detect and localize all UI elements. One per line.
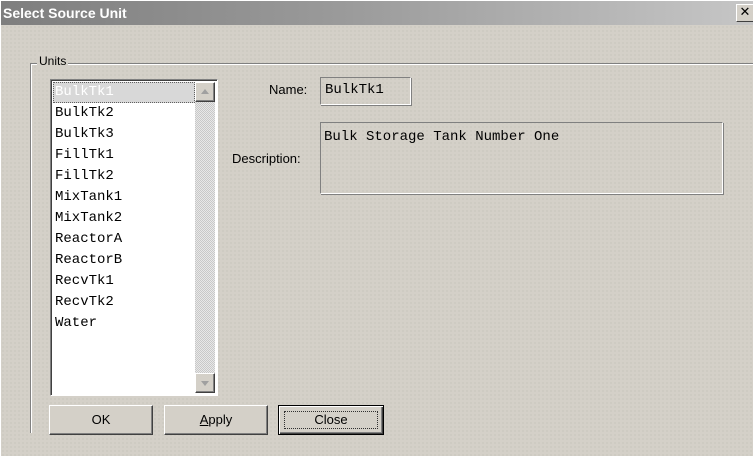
select-source-unit-dialog: Select Source Unit ✕ Units BulkTk1 BulkTk… bbox=[0, 0, 753, 456]
name-label: Name: bbox=[269, 82, 308, 97]
title-bar: Select Source Unit bbox=[1, 1, 753, 25]
list-item[interactable]: BulkTk3 bbox=[53, 124, 195, 145]
close-window-button[interactable]: ✕ bbox=[736, 4, 753, 22]
apply-button-label: pply bbox=[208, 412, 233, 427]
close-icon: ✕ bbox=[739, 5, 751, 20]
list-item[interactable]: ReactorA bbox=[53, 229, 195, 250]
list-item[interactable]: MixTank1 bbox=[53, 187, 195, 208]
list-item[interactable]: RecvTk2 bbox=[53, 292, 195, 313]
arrow-down-icon bbox=[201, 381, 209, 386]
list-item[interactable]: ReactorB bbox=[53, 250, 195, 271]
list-item[interactable]: BulkTk2 bbox=[53, 103, 195, 124]
units-scrollbar[interactable] bbox=[195, 82, 215, 393]
list-item[interactable]: BulkTk1 bbox=[53, 82, 195, 103]
apply-button[interactable]: Apply bbox=[164, 405, 268, 435]
ok-button-label: OK bbox=[91, 412, 111, 427]
scroll-up-button[interactable] bbox=[195, 82, 215, 102]
close-button-label: Close bbox=[314, 412, 348, 427]
ok-button[interactable]: OK bbox=[49, 405, 153, 435]
arrow-up-icon bbox=[201, 89, 209, 94]
list-item[interactable]: RecvTk1 bbox=[53, 271, 195, 292]
window-title: Select Source Unit bbox=[3, 5, 127, 21]
units-group-label: Units bbox=[37, 54, 69, 68]
units-list: BulkTk1 BulkTk2 BulkTk3 FillTk1 FillTk2 MixTa… bbox=[53, 82, 195, 334]
list-item[interactable]: FillTk1 bbox=[53, 145, 195, 166]
description-field: Bulk Storage Tank Number One bbox=[320, 122, 723, 194]
list-item[interactable]: Water bbox=[53, 313, 195, 334]
list-item[interactable]: MixTank2 bbox=[53, 208, 195, 229]
list-item[interactable]: FillTk2 bbox=[53, 166, 195, 187]
name-field: BulkTk1 bbox=[320, 77, 411, 105]
close-button[interactable]: Close bbox=[278, 405, 384, 435]
description-label: Description: bbox=[232, 151, 301, 166]
units-listbox[interactable]: BulkTk1 BulkTk2 BulkTk3 FillTk1 FillTk2 MixTa… bbox=[50, 79, 218, 396]
scroll-down-button[interactable] bbox=[195, 373, 215, 393]
